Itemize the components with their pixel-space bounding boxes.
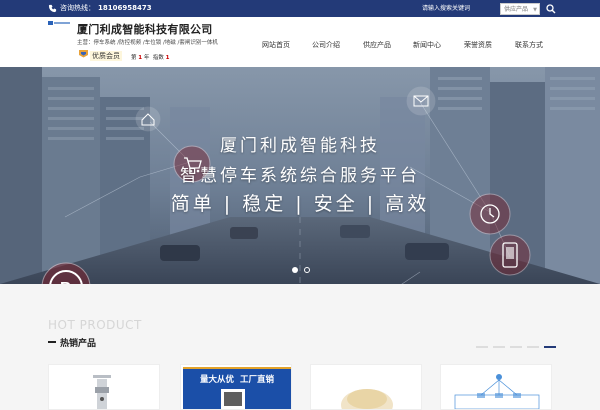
product-card-1[interactable] (48, 364, 160, 410)
search-bar: 供应产品 ▼ (418, 1, 559, 16)
hot-product-title-en: HOT PRODUCT (48, 318, 142, 332)
nav-honors[interactable]: 荣誉资质 (464, 40, 492, 50)
member-badge-icon (79, 50, 88, 58)
mail-icon (406, 86, 436, 116)
carousel-indicator-3[interactable] (510, 346, 522, 348)
membership-years: 第 1 年 指数 1 (131, 53, 169, 61)
header: 厦门利成智能科技有限公司 主营：停车系统 /防控视频 /车位锁 /地磁 /套闸识… (0, 17, 600, 67)
product-image-3 (341, 389, 393, 409)
hotline-number: 18106958473 (98, 4, 152, 12)
product-card-4[interactable] (440, 364, 552, 410)
nav-contact[interactable]: 联系方式 (515, 40, 543, 50)
product-image-1 (93, 375, 111, 409)
slide-dot-1[interactable] (292, 267, 298, 273)
nav-products[interactable]: 供应产品 (363, 40, 391, 50)
home-icon (135, 106, 161, 132)
banner-slogan: 简单 | 稳定 | 安全 | 高效 (170, 193, 430, 215)
hero-banner[interactable]: P 厦门利成智能科技 智慧停车系 (0, 67, 600, 284)
product-image-2 (183, 367, 291, 409)
index-value: 1 (165, 55, 170, 61)
company-name[interactable]: 厦门利成智能科技有限公司 (77, 21, 213, 37)
company-logo-icon (48, 21, 70, 25)
hot-product-title-cn: 热销产品 (48, 336, 96, 349)
hotline: 咨询热线： 18106958473 (48, 3, 152, 14)
svg-text:P: P (60, 280, 71, 284)
product-card-2[interactable]: 量大从优 工厂直销 (180, 364, 292, 410)
carousel-indicator-5[interactable] (544, 346, 556, 348)
years-prefix: 第 (131, 55, 137, 61)
chevron-down-icon: ▼ (533, 6, 537, 13)
carousel-indicator-4[interactable] (527, 346, 539, 348)
years-unit: 年 (143, 55, 150, 61)
phone-app-icon (489, 234, 531, 276)
search-input[interactable] (418, 1, 496, 16)
carousel-indicator-1[interactable] (476, 346, 488, 348)
product-image-4 (454, 374, 540, 409)
hot-product-title-cn-text: 热销产品 (60, 339, 97, 349)
search-button[interactable] (543, 1, 559, 16)
search-icon (546, 3, 556, 13)
nav-about[interactable]: 公司介绍 (312, 40, 340, 50)
index-label: 指数 (152, 55, 164, 61)
nav-news[interactable]: 新闻中心 (413, 40, 441, 50)
slide-dot-2[interactable] (304, 267, 310, 273)
search-category-select[interactable]: 供应产品 ▼ (500, 2, 540, 15)
hotline-label: 咨询热线： (60, 4, 95, 12)
phone-icon (48, 4, 57, 13)
product-2-banner-text: 量大从优 工厂直销 (200, 375, 274, 385)
search-category-value: 供应产品 (504, 5, 529, 13)
nav-home[interactable]: 网站首页 (262, 40, 290, 50)
years-value: 1 (138, 55, 143, 61)
carousel-indicator-2[interactable] (493, 346, 505, 348)
company-tagline: 主营：停车系统 /防控视频 /车位锁 /地磁 /套闸识别一体机 (77, 40, 218, 46)
product-card-3[interactable] (310, 364, 422, 410)
banner-title: 厦门利成智能科技 (220, 136, 380, 156)
member-badge: 优质会员 (90, 51, 122, 61)
top-bar: 咨询热线： 18106958473 供应产品 ▼ (0, 0, 600, 17)
banner-subtitle: 智慧停车系统综合服务平台 (180, 166, 420, 186)
